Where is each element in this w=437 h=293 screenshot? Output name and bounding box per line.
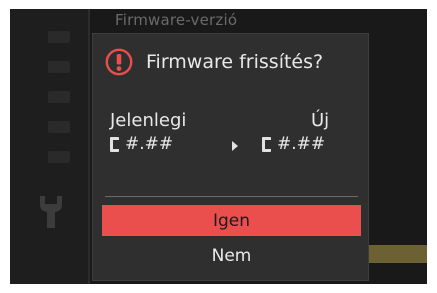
dialog-title: Firmware frissítés? (146, 51, 324, 73)
background-menu-title: Firmware-verzió (115, 11, 238, 29)
background-menu-tab (48, 61, 70, 73)
dialog-title-row: Firmware frissítés? (105, 48, 323, 76)
background-menu-tab (48, 31, 70, 43)
new-version-value: #.## (277, 134, 326, 154)
dialog-separator (105, 196, 358, 197)
new-version-label: Új (311, 110, 330, 131)
current-version-value: #.## (125, 134, 174, 154)
current-version-label: Jelenlegi (110, 110, 187, 131)
background-divider (88, 9, 90, 284)
no-option[interactable]: Nem (102, 240, 361, 271)
background-menu-tab (48, 121, 70, 133)
firmware-chip-icon (262, 136, 271, 152)
background-menu-tab (48, 151, 70, 163)
firmware-chip-icon (110, 136, 119, 152)
background-menu-tab (48, 91, 70, 103)
wrench-icon (40, 196, 62, 228)
arrow-right-icon (232, 141, 238, 151)
yes-option[interactable]: Igen (102, 205, 361, 236)
current-version: #.## (110, 134, 173, 154)
camera-screen: Firmware-verzió Firmware frissítés? Jele… (10, 9, 427, 284)
background-menu-sidebar (10, 9, 88, 284)
new-version: #.## (262, 134, 325, 154)
firmware-update-dialog: Firmware frissítés? Jelenlegi Új #.## #.… (92, 33, 369, 281)
warning-circle-icon (105, 48, 133, 76)
